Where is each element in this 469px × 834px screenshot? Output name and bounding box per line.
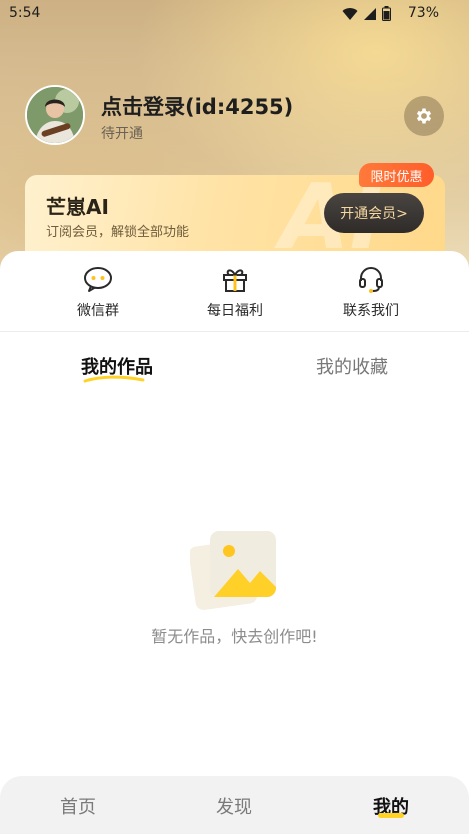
- content-sheet: 微信群 每日福利 联系我们 我的作品 我的收藏 暂无作品，快去创作吧!: [0, 251, 469, 834]
- quick-action-wechat-group[interactable]: 微信群: [38, 263, 158, 320]
- avatar[interactable]: [25, 85, 85, 145]
- profile-section[interactable]: 点击登录(id:4255) 待开通: [25, 85, 445, 147]
- gift-icon: [223, 269, 247, 292]
- quick-action-label: 微信群: [77, 303, 119, 319]
- battery-percent: 73%: [407, 5, 439, 21]
- quick-action-label: 每日福利: [207, 303, 263, 319]
- bottom-nav: 首页 发现 我的: [0, 776, 469, 834]
- promo-badge: 限时优惠: [359, 163, 434, 187]
- nav-discover[interactable]: 发现: [156, 793, 312, 819]
- quick-actions: 微信群 每日福利 联系我们: [0, 251, 469, 331]
- empty-image-icon: [190, 531, 276, 610]
- empty-state-text: 暂无作品，快去创作吧!: [151, 627, 318, 646]
- status-icons: [342, 6, 391, 21]
- open-membership-button[interactable]: 开通会员>: [324, 193, 424, 233]
- nav-active-indicator: [378, 813, 404, 818]
- headset-icon: [359, 267, 383, 293]
- divider: [0, 331, 469, 332]
- membership-status: 待开通: [101, 126, 143, 142]
- signal-icon: [364, 7, 376, 20]
- gear-icon: [416, 108, 432, 124]
- settings-button[interactable]: [404, 96, 444, 136]
- tab-my-works[interactable]: 我的作品: [37, 353, 197, 379]
- wechat-chat-icon: [84, 267, 112, 292]
- vip-title: 芒崽AI: [46, 195, 109, 219]
- wifi-icon: [342, 7, 358, 20]
- quick-action-daily-bonus[interactable]: 每日福利: [175, 263, 295, 320]
- vip-subtitle: 订阅会员，解锁全部功能: [46, 225, 190, 240]
- status-time: 5:54: [9, 5, 41, 21]
- login-prompt[interactable]: 点击登录(id:4255): [101, 91, 293, 121]
- quick-action-label: 联系我们: [343, 303, 399, 319]
- battery-icon: [382, 6, 391, 21]
- status-bar: 5:54 73%: [0, 0, 469, 28]
- quick-action-contact-us[interactable]: 联系我们: [311, 263, 431, 320]
- works-tabs: 我的作品 我的收藏: [0, 347, 469, 387]
- tab-my-favorites[interactable]: 我的收藏: [272, 353, 432, 379]
- nav-home[interactable]: 首页: [0, 793, 156, 819]
